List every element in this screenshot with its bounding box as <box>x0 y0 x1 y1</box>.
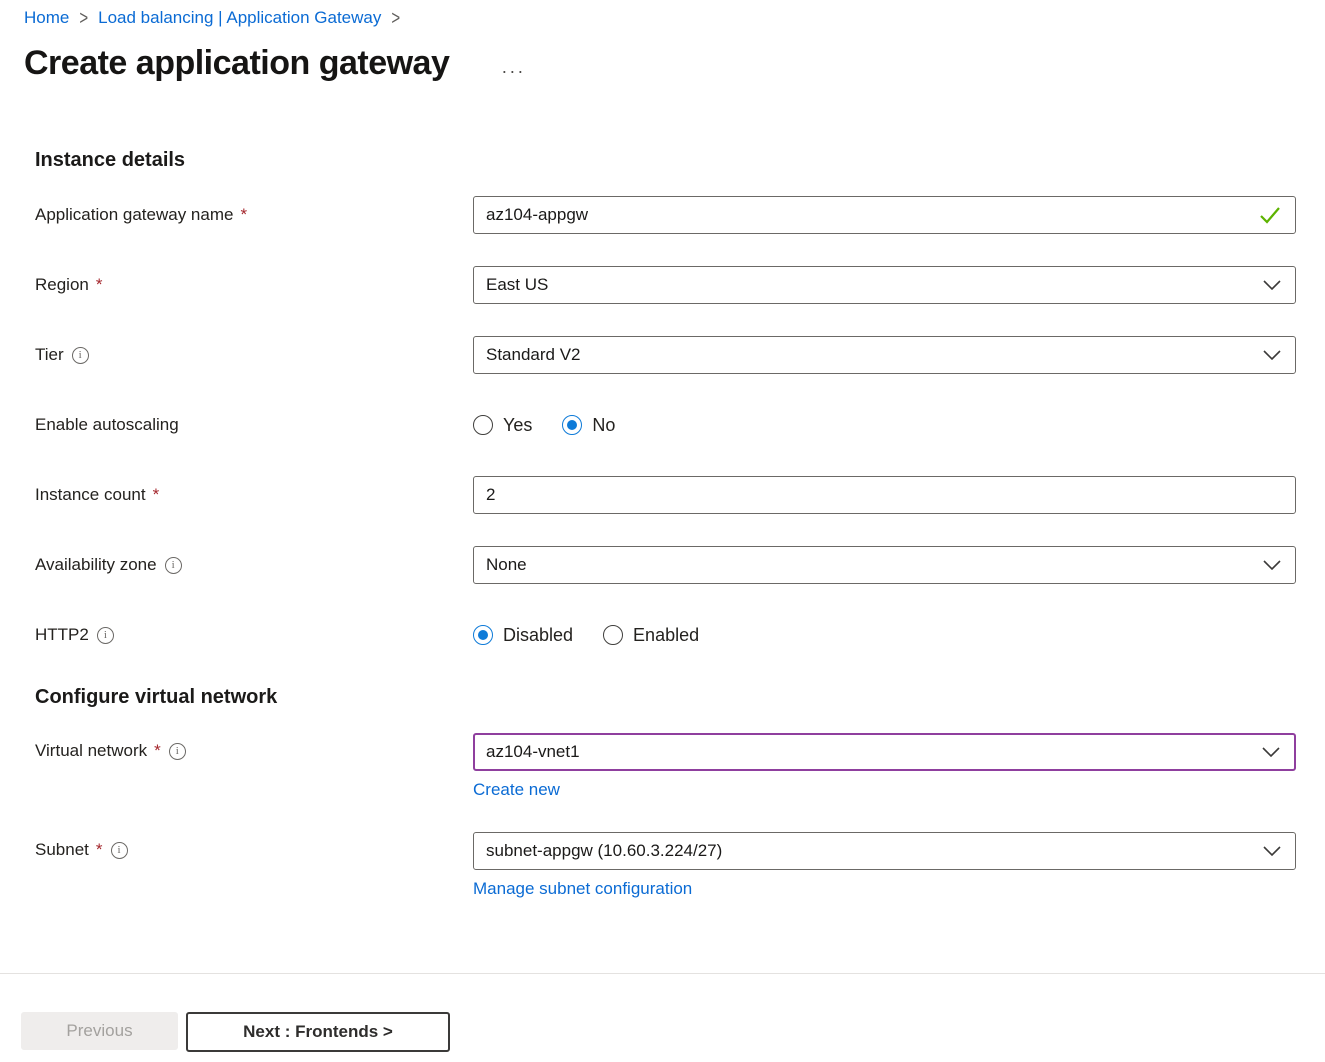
info-icon[interactable]: i <box>169 743 186 760</box>
subnet-label: Subnet * i <box>35 832 473 860</box>
section-heading-configure-vnet: Configure virtual network <box>35 686 1296 709</box>
label-text: Region <box>35 275 89 295</box>
dropdown-selected-value: az104-vnet1 <box>486 742 580 762</box>
row-instance-count: Instance count * 2 <box>35 476 1296 514</box>
row-http2: HTTP2 i Disabled Enabled <box>35 616 1296 654</box>
chevron-down-icon <box>1263 846 1281 856</box>
info-icon[interactable]: i <box>97 627 114 644</box>
required-asterisk: * <box>96 840 103 860</box>
radio-circle <box>562 415 582 435</box>
section-heading-instance-details: Instance details <box>35 149 1296 172</box>
info-icon[interactable]: i <box>72 347 89 364</box>
enable-autoscaling-label: Enable autoscaling <box>35 415 473 435</box>
radio-label: Enabled <box>633 625 699 646</box>
dropdown-selected-value: subnet-appgw (10.60.3.224/27) <box>486 841 722 861</box>
availability-zone-label: Availability zone i <box>35 555 473 575</box>
radio-label: Yes <box>503 415 532 436</box>
input-value: 2 <box>486 485 495 505</box>
label-text: Virtual network <box>35 741 147 761</box>
breadcrumb-load-balancing-link[interactable]: Load balancing | Application Gateway <box>98 8 381 28</box>
required-asterisk: * <box>154 741 161 761</box>
previous-button[interactable]: Previous <box>21 1012 178 1050</box>
chevron-down-icon <box>1263 560 1281 570</box>
dropdown-selected-value: Standard V2 <box>486 345 581 365</box>
breadcrumb-separator-icon: > <box>79 7 88 30</box>
row-application-gateway-name: Application gateway name * az104-appgw <box>35 196 1296 234</box>
instance-count-label: Instance count * <box>35 485 473 505</box>
info-icon[interactable]: i <box>111 842 128 859</box>
radio-label: No <box>592 415 615 436</box>
subnet-dropdown[interactable]: subnet-appgw (10.60.3.224/27) <box>473 832 1296 870</box>
title-row: Create application gateway ··· <box>24 44 1325 83</box>
row-virtual-network: Virtual network * i az104-vnet1 Create n… <box>35 733 1296 800</box>
label-text: Enable autoscaling <box>35 415 179 435</box>
required-asterisk: * <box>96 275 103 295</box>
label-text: Instance count <box>35 485 146 505</box>
chevron-down-icon <box>1263 350 1281 360</box>
label-text: Application gateway name <box>35 205 233 225</box>
http2-label: HTTP2 i <box>35 625 473 645</box>
required-asterisk: * <box>153 485 160 505</box>
availability-zone-dropdown[interactable]: None <box>473 546 1296 584</box>
breadcrumb-home-link[interactable]: Home <box>24 8 69 28</box>
radio-circle <box>473 625 493 645</box>
radio-label: Disabled <box>503 625 573 646</box>
manage-subnet-configuration-link[interactable]: Manage subnet configuration <box>473 879 692 899</box>
dropdown-selected-value: East US <box>486 275 548 295</box>
instance-count-input[interactable]: 2 <box>473 476 1296 514</box>
region-label: Region * <box>35 275 473 295</box>
radio-circle <box>603 625 623 645</box>
input-value: az104-appgw <box>486 205 588 225</box>
autoscaling-no-radio[interactable]: No <box>562 415 615 436</box>
virtual-network-dropdown[interactable]: az104-vnet1 <box>473 733 1296 771</box>
dropdown-selected-value: None <box>486 555 527 575</box>
virtual-network-label: Virtual network * i <box>35 733 473 761</box>
radio-circle <box>473 415 493 435</box>
row-enable-autoscaling: Enable autoscaling Yes No <box>35 406 1296 444</box>
region-dropdown[interactable]: East US <box>473 266 1296 304</box>
row-tier: Tier i Standard V2 <box>35 336 1296 374</box>
http2-radio-group: Disabled Enabled <box>473 625 1296 646</box>
application-gateway-name-input[interactable]: az104-appgw <box>473 196 1296 234</box>
enable-autoscaling-radio-group: Yes No <box>473 415 1296 436</box>
create-new-link[interactable]: Create new <box>473 780 560 800</box>
page-title: Create application gateway <box>24 44 449 83</box>
application-gateway-name-label: Application gateway name * <box>35 205 473 225</box>
autoscaling-yes-radio[interactable]: Yes <box>473 415 532 436</box>
label-text: Subnet <box>35 840 89 860</box>
breadcrumb-separator-icon: > <box>391 7 400 30</box>
chevron-down-icon <box>1262 747 1280 757</box>
more-options-icon[interactable]: ··· <box>501 62 525 80</box>
info-icon[interactable]: i <box>165 557 182 574</box>
valid-checkmark-icon <box>1259 206 1281 224</box>
row-availability-zone: Availability zone i None <box>35 546 1296 584</box>
http2-disabled-radio[interactable]: Disabled <box>473 625 573 646</box>
tier-dropdown[interactable]: Standard V2 <box>473 336 1296 374</box>
footer-buttons: Previous Next : Frontends > <box>0 974 1325 1052</box>
required-asterisk: * <box>240 205 247 225</box>
tier-label: Tier i <box>35 345 473 365</box>
next-frontends-button[interactable]: Next : Frontends > <box>186 1012 450 1052</box>
http2-enabled-radio[interactable]: Enabled <box>603 625 699 646</box>
label-text: Availability zone <box>35 555 157 575</box>
create-application-gateway-page: Home > Load balancing | Application Gate… <box>0 0 1325 1062</box>
footer: Previous Next : Frontends > <box>0 973 1325 1052</box>
chevron-down-icon <box>1263 280 1281 290</box>
breadcrumb: Home > Load balancing | Application Gate… <box>0 0 1325 28</box>
row-subnet: Subnet * i subnet-appgw (10.60.3.224/27)… <box>35 832 1296 899</box>
label-text: Tier <box>35 345 64 365</box>
form-area: Instance details Application gateway nam… <box>0 149 1325 899</box>
row-region: Region * East US <box>35 266 1296 304</box>
label-text: HTTP2 <box>35 625 89 645</box>
